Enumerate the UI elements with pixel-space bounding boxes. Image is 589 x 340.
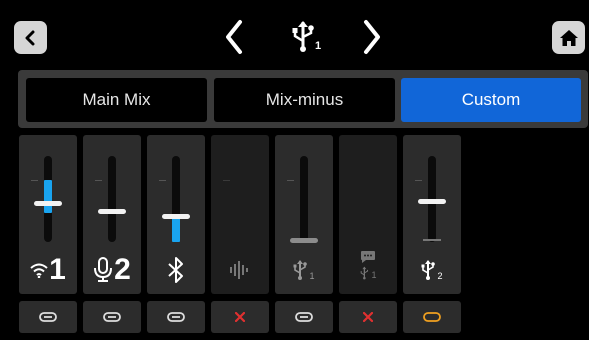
fader-knob[interactable] <box>418 199 446 204</box>
channel-strip-audio-disabled <box>211 135 269 294</box>
fader-tick <box>95 180 102 181</box>
x-icon <box>363 312 373 322</box>
fader-track[interactable] <box>44 156 52 242</box>
home-button[interactable] <box>552 21 585 54</box>
channel-number: 1 <box>371 270 377 280</box>
chevron-left-icon <box>25 30 34 45</box>
microphone-icon <box>94 257 113 282</box>
channel-number: 2 <box>437 271 443 281</box>
channel-label: 1 <box>19 252 77 288</box>
link-broken-icon <box>423 312 441 322</box>
tab-mix-minus[interactable]: Mix-minus <box>214 78 395 122</box>
mute-button-ch4[interactable] <box>211 301 269 333</box>
usb-icon <box>421 260 436 280</box>
fader-track[interactable] <box>300 156 308 242</box>
level-meter <box>172 217 180 242</box>
link-icon <box>103 312 121 322</box>
fader-knob[interactable] <box>290 238 318 243</box>
channel-strip-bluetooth <box>147 135 205 294</box>
channel-label: 2 <box>403 252 461 288</box>
fader-tick <box>31 180 38 181</box>
x-icon <box>235 312 245 322</box>
back-button[interactable] <box>14 21 47 54</box>
tab-label: Main Mix <box>82 90 151 109</box>
link-button-ch2[interactable] <box>83 301 141 333</box>
channel-strip-usb-2: 2 <box>403 135 461 294</box>
channel-label: 2 <box>83 252 141 288</box>
fader-tick <box>223 180 230 181</box>
channel-label <box>211 252 269 288</box>
fader-knob[interactable] <box>162 214 190 219</box>
channel-number: 2 <box>114 253 131 286</box>
fader-track[interactable] <box>108 156 116 242</box>
channel-label <box>147 252 205 288</box>
channel-strip-mic-2: 2 <box>83 135 141 294</box>
usb-label: 1 <box>359 266 377 280</box>
tab-label: Mix-minus <box>265 90 344 109</box>
current-source-number: 1 <box>314 40 322 52</box>
level-meter <box>44 180 52 213</box>
chevron-left-icon <box>226 20 242 54</box>
fader-tick <box>287 180 294 181</box>
link-button-ch5[interactable] <box>275 301 333 333</box>
fader-track[interactable] <box>172 156 180 242</box>
link-button-ch3[interactable] <box>147 301 205 333</box>
link-icon <box>295 312 313 322</box>
tab-custom[interactable]: Custom <box>401 78 581 122</box>
current-source: 1 <box>276 12 336 62</box>
fader-tick <box>415 180 422 181</box>
channel-strip-chat-usb-disabled: 1 <box>339 135 397 294</box>
channel-strip-wifi-1: 1 <box>19 135 77 294</box>
fader-tick <box>159 180 166 181</box>
next-source-button[interactable] <box>352 12 392 62</box>
chevron-right-icon <box>364 20 380 54</box>
tab-label: Custom <box>461 90 521 109</box>
tab-main-mix[interactable]: Main Mix <box>26 78 207 122</box>
link-icon <box>39 312 57 322</box>
link-button-ch1[interactable] <box>19 301 77 333</box>
channel-label: 1 <box>275 252 333 288</box>
wifi-icon <box>30 263 48 278</box>
channel-label: 1 <box>339 247 397 283</box>
link-button-ch7[interactable] <box>403 301 461 333</box>
channel-number: 1 <box>309 271 315 281</box>
usb-icon <box>293 260 308 280</box>
fader-marker <box>423 239 441 241</box>
bluetooth-icon <box>168 257 183 283</box>
link-icon <box>167 312 185 322</box>
channel-number: 1 <box>49 253 66 286</box>
usb-icon <box>361 266 369 280</box>
channel-strip-usb-1: 1 <box>275 135 333 294</box>
home-icon <box>559 29 578 46</box>
chat-icon <box>361 251 375 263</box>
previous-source-button[interactable] <box>214 12 254 62</box>
mix-tab-bar: Main Mix Mix-minus Custom <box>18 70 588 128</box>
fader-knob[interactable] <box>98 209 126 214</box>
fader-knob[interactable] <box>34 201 62 206</box>
mute-button-ch6[interactable] <box>339 301 397 333</box>
audio-wave-icon <box>230 261 248 279</box>
